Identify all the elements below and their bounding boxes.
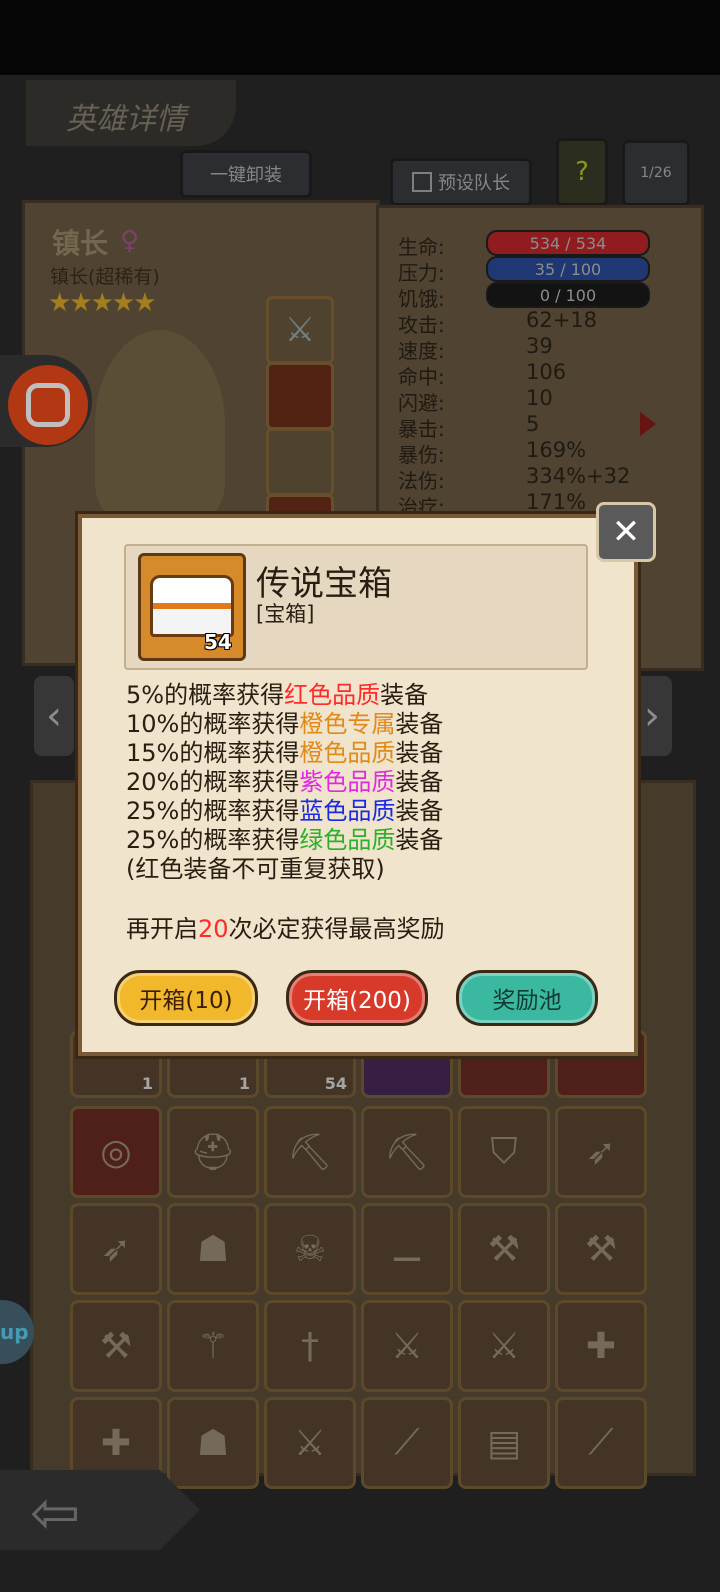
open-10-button[interactable]: 开箱(10)	[114, 970, 258, 1026]
drop-rate-line: 25%的概率获得蓝色品质装备	[126, 797, 443, 826]
drop-rate-text: 25%的概率获得	[126, 826, 300, 854]
close-button[interactable]: ✕	[596, 502, 656, 562]
drop-rate-text: 5%的概率获得	[126, 681, 285, 709]
item-type: [宝箱]	[256, 602, 315, 626]
quality-label: 紫色品质	[299, 768, 396, 796]
quality-label: 蓝色品质	[299, 797, 396, 825]
guarantee-line: 再开启20次必定获得最高奖励	[126, 915, 445, 944]
drop-rate-line: 25%的概率获得绿色品质装备	[126, 826, 443, 855]
drop-rate-line: 10%的概率获得橙色专属装备	[126, 710, 443, 739]
drop-rate-text: 25%的概率获得	[126, 797, 300, 825]
drop-rate-suffix: 装备	[380, 681, 429, 709]
status-bar	[0, 0, 720, 75]
drop-rate-suffix: 装备	[395, 710, 444, 738]
item-count: 54	[204, 630, 232, 654]
drop-rate-text: 10%的概率获得	[126, 710, 300, 738]
quality-label: 橙色专属	[299, 710, 396, 738]
drop-rate-suffix: 装备	[395, 826, 444, 854]
quality-label: 橙色品质	[299, 739, 396, 767]
quality-label: 红色品质	[284, 681, 381, 709]
drop-rate-line: 20%的概率获得紫色品质装备	[126, 768, 443, 797]
drop-rate-text: 15%的概率获得	[126, 739, 300, 767]
drop-rate-line: 5%的概率获得红色品质装备	[126, 681, 428, 710]
guarantee-suffix: 次必定获得最高奖励	[228, 915, 445, 943]
quality-label: 绿色品质	[299, 826, 396, 854]
chest-icon	[150, 575, 234, 637]
drop-rate-text: 20%的概率获得	[126, 768, 300, 796]
drop-rate-line: 15%的概率获得橙色品质装备	[126, 739, 443, 768]
drop-note: (红色装备不可重复获取)	[126, 855, 385, 883]
guarantee-prefix: 再开启	[126, 915, 198, 943]
drop-rate-suffix: 装备	[395, 768, 444, 796]
close-icon: ✕	[611, 512, 641, 552]
guarantee-count: 20	[198, 915, 229, 943]
drop-rate-suffix: 装备	[395, 797, 444, 825]
open-200-button[interactable]: 开箱(200)	[286, 970, 428, 1026]
reward-pool-button[interactable]: 奖励池	[456, 970, 598, 1026]
drop-rate-suffix: 装备	[395, 739, 444, 767]
